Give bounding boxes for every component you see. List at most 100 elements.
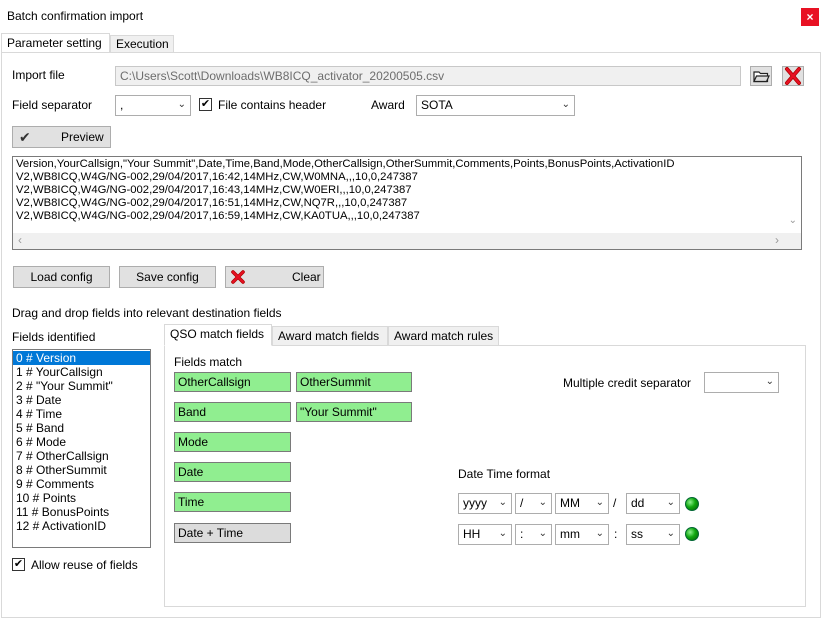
field-target-your-summit[interactable]: "Your Summit"	[296, 402, 412, 422]
tab-award-match-rules[interactable]: Award match rules	[388, 326, 499, 346]
file-header-label: File contains header	[218, 98, 327, 112]
preview-line: V2,WB8ICQ,W4G/NG-002,29/04/2017,16:59,14…	[16, 209, 420, 222]
field-separator-select[interactable]: , ⌄	[115, 95, 191, 116]
preview-textarea[interactable]: Version,YourCallsign,"Your Summit",Date,…	[12, 156, 802, 250]
scroll-left-icon[interactable]: ‹	[18, 233, 22, 247]
preview-line: V2,WB8ICQ,W4G/NG-002,29/04/2017,16:42,14…	[16, 170, 418, 183]
field-separator-value: ,	[120, 98, 124, 112]
red-x-icon	[231, 270, 245, 284]
list-item[interactable]: 3 # Date	[13, 393, 150, 407]
red-x-icon	[785, 67, 801, 85]
list-item[interactable]: 7 # OtherCallsign	[13, 449, 150, 463]
list-item[interactable]: 6 # Mode	[13, 435, 150, 449]
list-item[interactable]: 8 # OtherSummit	[13, 463, 150, 477]
time-part2-value: mm	[560, 527, 580, 541]
browse-folder-button[interactable]	[750, 66, 772, 86]
drag-instruction: Drag and drop fields into relevant desti…	[12, 306, 282, 320]
list-item[interactable]: 2 # "Your Summit"	[13, 379, 150, 393]
list-item[interactable]: 12 # ActivationID	[13, 519, 150, 533]
close-button[interactable]: ×	[801, 8, 819, 26]
clear-button-label: Clear	[292, 270, 321, 284]
date-separator-text: /	[613, 496, 617, 510]
datetime-format-label: Date Time format	[458, 467, 551, 481]
award-label: Award	[371, 98, 405, 112]
time-part3-value: ss	[631, 527, 643, 541]
checkmark-icon: ✔	[19, 129, 31, 145]
folder-icon	[753, 71, 770, 83]
chevron-down-icon: ⌄	[538, 528, 547, 539]
field-separator-label: Field separator	[12, 98, 93, 112]
chevron-down-icon: ⌄	[177, 99, 186, 110]
tab-parameter-setting[interactable]: Parameter setting	[1, 33, 110, 53]
chevron-down-icon: ⌄	[561, 99, 570, 110]
field-target-date-time[interactable]: Date + Time	[174, 523, 291, 543]
time-part1-select[interactable]: HH ⌄	[458, 524, 512, 545]
chevron-down-icon: ⌄	[538, 497, 547, 508]
award-select[interactable]: SOTA ⌄	[416, 95, 575, 116]
time-sep-select[interactable]: : ⌄	[515, 524, 552, 545]
chevron-down-icon: ⌄	[595, 497, 604, 508]
horizontal-scrollbar[interactable]: ‹ ›	[13, 233, 801, 249]
field-target-band[interactable]: Band	[174, 402, 291, 422]
load-config-button[interactable]: Load config	[13, 266, 110, 288]
list-item[interactable]: 5 # Band	[13, 421, 150, 435]
date-status-led-icon	[685, 497, 699, 511]
tab-qso-match-fields[interactable]: QSO match fields	[164, 324, 272, 346]
chevron-down-icon: ⌄	[498, 497, 507, 508]
date-part2-value: MM	[560, 496, 580, 510]
field-target-othersummit[interactable]: OtherSummit	[296, 372, 412, 392]
time-separator-text: :	[614, 527, 618, 541]
multiple-credit-separator-label: Multiple credit separator	[563, 376, 692, 390]
chevron-down-icon: ⌄	[666, 497, 675, 508]
clear-button[interactable]: Clear	[225, 266, 324, 288]
fields-identified-label: Fields identified	[12, 330, 96, 344]
scroll-right-icon[interactable]: ›	[775, 233, 779, 247]
field-target-mode[interactable]: Mode	[174, 432, 291, 452]
preview-button-label: Preview	[61, 130, 104, 144]
file-header-checkbox[interactable]: ✔	[199, 98, 212, 111]
tab-award-match-fields[interactable]: Award match fields	[272, 326, 388, 346]
tab-execution[interactable]: Execution	[110, 35, 174, 53]
date-part2-select[interactable]: MM ⌄	[555, 493, 609, 514]
field-target-time[interactable]: Time	[174, 492, 291, 512]
field-target-date[interactable]: Date	[174, 462, 291, 482]
date-part1-value: yyyy	[463, 496, 487, 510]
preview-line: V2,WB8ICQ,W4G/NG-002,29/04/2017,16:43,14…	[16, 183, 412, 196]
save-config-button[interactable]: Save config	[119, 266, 216, 288]
time-status-led-icon	[685, 527, 699, 541]
chevron-down-icon: ⌄	[595, 528, 604, 539]
list-item[interactable]: 0 # Version	[13, 351, 150, 365]
date-part3-select[interactable]: dd ⌄	[626, 493, 680, 514]
date-sep-value: /	[520, 496, 524, 510]
preview-line: V2,WB8ICQ,W4G/NG-002,29/04/2017,16:51,14…	[16, 196, 408, 209]
preview-button[interactable]: ✔ Preview	[12, 126, 111, 148]
list-item[interactable]: 9 # Comments	[13, 477, 150, 491]
import-file-label: Import file	[12, 68, 65, 82]
preview-line: Version,YourCallsign,"Your Summit",Date,…	[16, 158, 675, 170]
chevron-down-icon: ⌄	[765, 376, 774, 387]
import-file-input[interactable]: C:\Users\Scott\Downloads\WB8ICQ_activato…	[115, 66, 741, 86]
list-item[interactable]: 10 # Points	[13, 491, 150, 505]
date-part1-select[interactable]: yyyy ⌄	[458, 493, 512, 514]
date-sep-select[interactable]: / ⌄	[515, 493, 552, 514]
time-part2-select[interactable]: mm ⌄	[555, 524, 609, 545]
time-part1-value: HH	[463, 527, 481, 541]
list-item[interactable]: 1 # YourCallsign	[13, 365, 150, 379]
time-sep-value: :	[520, 527, 524, 541]
fields-match-label: Fields match	[174, 355, 243, 369]
chevron-down-icon: ⌄	[498, 528, 507, 539]
time-part3-select[interactable]: ss ⌄	[626, 524, 680, 545]
date-part3-value: dd	[631, 496, 645, 510]
chevron-down-icon: ⌄	[666, 528, 675, 539]
remove-file-button[interactable]	[782, 66, 804, 86]
fields-identified-list[interactable]: 0 # Version 1 # YourCallsign 2 # "Your S…	[12, 349, 151, 548]
allow-reuse-label: Allow reuse of fields	[31, 558, 138, 572]
allow-reuse-checkbox[interactable]: ✔	[12, 558, 25, 571]
field-target-othercallsign[interactable]: OtherCallsign	[174, 372, 291, 392]
scroll-down-icon[interactable]: ⌄	[789, 215, 797, 226]
window-title: Batch confirmation import	[7, 9, 144, 23]
list-item[interactable]: 11 # BonusPoints	[13, 505, 150, 519]
award-value: SOTA	[421, 98, 453, 112]
multiple-credit-separator-select[interactable]: ⌄	[704, 372, 779, 393]
list-item[interactable]: 4 # Time	[13, 407, 150, 421]
